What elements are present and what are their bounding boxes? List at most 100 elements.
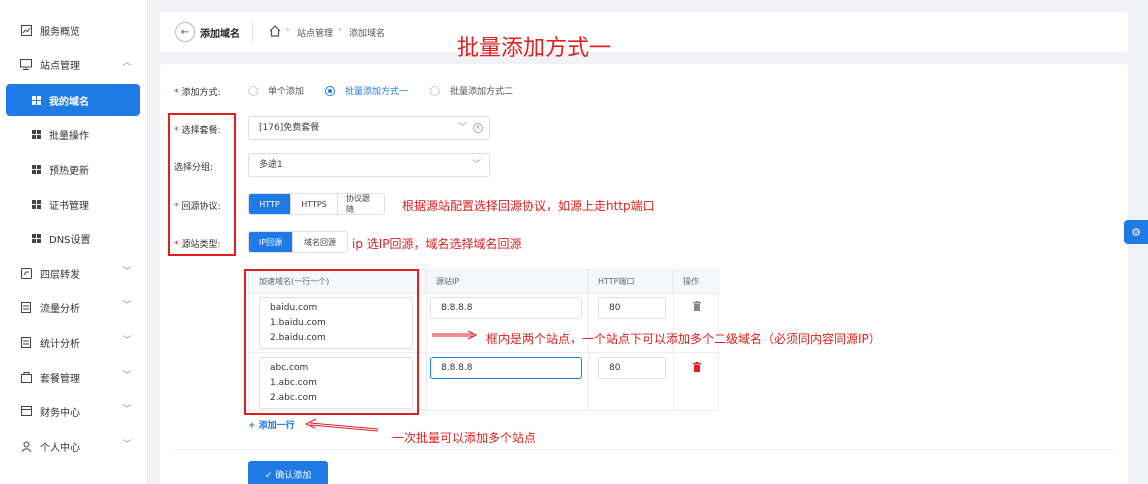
user-icon bbox=[20, 440, 32, 452]
nav-statistics[interactable]: 统计分析 ﹀ bbox=[0, 327, 148, 357]
http-port-input[interactable]: 80 bbox=[598, 297, 666, 319]
http-port-input[interactable]: 80 bbox=[598, 357, 666, 379]
package-value: [176]免费套餐 bbox=[259, 123, 320, 133]
sidebar-item-my-domains[interactable]: 我的域名 bbox=[6, 84, 140, 116]
nav-finance[interactable]: 财务中心 ﹀ bbox=[0, 396, 148, 426]
col-actions: 操作 bbox=[673, 270, 720, 294]
sidebar-item-preheat[interactable]: 预热更新 bbox=[6, 153, 140, 185]
page-title: 添加域名 bbox=[200, 29, 240, 40]
protocol-segmented: HTTP HTTPS 协议跟随 bbox=[248, 193, 385, 215]
nav-overview[interactable]: 服务概览 bbox=[0, 15, 148, 45]
grid-icon bbox=[32, 233, 41, 243]
annotation-protocol: 根据源站配置选择回源协议，如源上走http端口 bbox=[402, 199, 655, 213]
annotation-box-labels bbox=[168, 113, 236, 256]
nav-label: 统计分析 bbox=[40, 338, 80, 350]
protocol-https[interactable]: HTTPS bbox=[291, 194, 338, 214]
chevron-down-icon: ﹀ bbox=[457, 123, 467, 133]
forward-icon bbox=[20, 267, 32, 279]
annotation-batch-note: 一次批量可以添加多个站点 bbox=[392, 431, 537, 445]
arrow-left-icon: ← bbox=[180, 26, 190, 38]
nav-label: 个人中心 bbox=[40, 442, 80, 454]
home-icon[interactable] bbox=[268, 24, 282, 38]
sidebar-item-label: DNS设置 bbox=[49, 234, 91, 246]
sidebar-item-label: 证书管理 bbox=[49, 200, 89, 212]
nav-site-management[interactable]: 站点管理 ︿ bbox=[0, 49, 148, 79]
arrow-left-icon bbox=[304, 418, 379, 432]
sidebar-item-label: 预热更新 bbox=[49, 165, 89, 177]
annotation-origin: ip 选IP回源，域名选择域名回源 bbox=[352, 237, 522, 251]
wallet-icon bbox=[20, 405, 32, 417]
nav-packages[interactable]: 套餐管理 ﹀ bbox=[0, 362, 148, 392]
sidebar-item-batch[interactable]: 批量操作 bbox=[6, 118, 140, 150]
protocol-follow[interactable]: 协议跟随 bbox=[338, 194, 384, 214]
doc-icon bbox=[20, 336, 32, 348]
chevron-down-icon: ﹀ bbox=[122, 405, 132, 415]
chart-icon bbox=[20, 24, 32, 36]
origin-ip-input[interactable]: 8.8.8.8 bbox=[430, 357, 582, 379]
breadcrumb-site-management[interactable]: 站点管理 bbox=[297, 26, 333, 39]
settings-float-button[interactable]: ⚙ bbox=[1124, 220, 1148, 244]
package-select[interactable]: [176]免费套餐 ﹀ × bbox=[248, 116, 490, 140]
header-divider bbox=[252, 23, 253, 41]
package-icon bbox=[20, 371, 32, 383]
sidebar-item-dns[interactable]: DNS设置 bbox=[6, 222, 140, 254]
col-divider bbox=[426, 270, 427, 412]
nav-label: 服务概览 bbox=[40, 26, 80, 38]
confirm-add-button[interactable]: ✓ 确认添加 bbox=[248, 461, 328, 484]
add-mode-label: * 添加方式: bbox=[174, 88, 221, 98]
group-value: 多途1 bbox=[259, 160, 283, 170]
nav-label: 站点管理 bbox=[40, 60, 80, 72]
col-origin-ip: 源站IP bbox=[426, 270, 588, 294]
nav-label: 四层转发 bbox=[40, 269, 80, 281]
sidebar-item-label: 批量操作 bbox=[49, 130, 89, 142]
annotation-box-note: 框内是两个站点，一个站点下可以添加多个二级域名（必须同内容同源IP） bbox=[486, 332, 881, 346]
nav-l4-forward[interactable]: 四层转发 ﹀ bbox=[0, 258, 148, 288]
doc-icon bbox=[20, 301, 32, 313]
add-row-button[interactable]: + 添加一行 bbox=[248, 418, 295, 431]
grid-icon bbox=[32, 95, 41, 105]
grid-icon bbox=[32, 129, 41, 139]
chevron-down-icon: ﹀ bbox=[122, 301, 132, 311]
annotation-box-domains bbox=[244, 269, 419, 415]
sidebar-item-label: 我的域名 bbox=[49, 96, 89, 108]
annotation-title: 批量添加方式一 bbox=[457, 36, 612, 61]
breadcrumb-separator: › bbox=[286, 25, 290, 35]
grid-icon bbox=[32, 199, 41, 209]
chevron-down-icon: ﹀ bbox=[122, 371, 132, 381]
back-button[interactable]: ← bbox=[175, 22, 195, 42]
arrow-right-icon bbox=[432, 330, 478, 340]
chevron-down-icon: ﹀ bbox=[471, 160, 481, 170]
nav-label: 流量分析 bbox=[40, 303, 80, 315]
chevron-up-icon: ︿ bbox=[122, 58, 132, 68]
sidebar: 服务概览 站点管理 ︿ 我的域名 批量操作 预热更新 证书管理 DNS设置 四层… bbox=[0, 0, 148, 484]
origin-type-segmented: IP回源 域名回源 bbox=[248, 231, 348, 253]
radio-batch-add-2[interactable]: 批量添加方式二 bbox=[430, 84, 513, 97]
origin-domain[interactable]: 域名回源 bbox=[293, 232, 347, 252]
nav-personal[interactable]: 个人中心 ﹀ bbox=[0, 431, 148, 461]
radio-batch-add-1[interactable]: 批量添加方式一 bbox=[325, 84, 408, 97]
trash-icon[interactable] bbox=[692, 301, 702, 311]
col-http-port: HTTP端口 bbox=[588, 270, 673, 294]
breadcrumb-separator: › bbox=[338, 25, 342, 35]
chevron-down-icon: ﹀ bbox=[122, 336, 132, 346]
site-icon bbox=[20, 58, 32, 70]
add-domain-form: * 添加方式: 单个添加 批量添加方式一 批量添加方式二 * 选择套餐: [176]… bbox=[160, 64, 1128, 484]
form-divider bbox=[174, 449, 1114, 450]
protocol-http[interactable]: HTTP bbox=[249, 194, 291, 214]
nav-label: 财务中心 bbox=[40, 407, 80, 419]
nav-traffic[interactable]: 流量分析 ﹀ bbox=[0, 292, 148, 322]
grid-icon bbox=[32, 164, 41, 174]
sidebar-item-certificates[interactable]: 证书管理 bbox=[6, 188, 140, 220]
group-select[interactable]: 多途1 ﹀ bbox=[248, 153, 490, 177]
clear-icon[interactable]: × bbox=[473, 123, 483, 133]
gear-icon: ⚙ bbox=[1131, 225, 1141, 239]
breadcrumb-add-domain: 添加域名 bbox=[349, 29, 386, 39]
trash-icon[interactable] bbox=[692, 362, 702, 372]
origin-ip-input[interactable]: 8.8.8.8 bbox=[430, 297, 582, 319]
origin-ip[interactable]: IP回源 bbox=[249, 232, 293, 252]
chevron-down-icon: ﹀ bbox=[122, 440, 132, 450]
nav-label: 套餐管理 bbox=[40, 373, 80, 385]
radio-single-add[interactable]: 单个添加 bbox=[248, 84, 304, 97]
page-header: ← 添加域名 › 站点管理 › 添加域名 bbox=[160, 12, 1128, 52]
chevron-down-icon: ﹀ bbox=[122, 267, 132, 277]
